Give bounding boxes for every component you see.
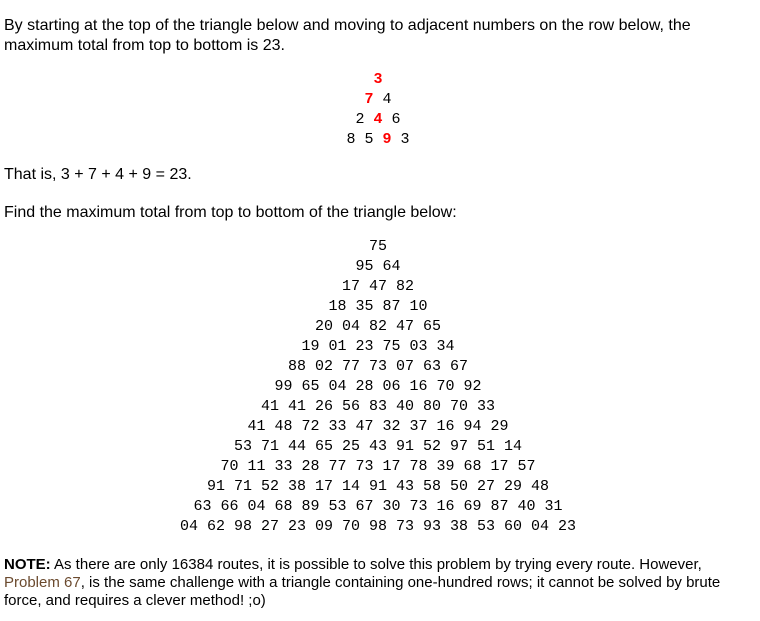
note-text-after: , is the same challenge with a triangle … — [4, 574, 721, 609]
example-number: 8 — [346, 131, 356, 148]
example-number: 5 — [364, 131, 374, 148]
triangle-row: 17 47 82 — [341, 278, 414, 295]
triangle-row: 91 71 52 38 17 14 91 43 58 50 27 29 48 — [206, 478, 550, 495]
triangle-row: 19 01 23 75 03 34 — [301, 338, 455, 355]
triangle-row: 18 35 87 10 — [328, 298, 428, 315]
example-sum: That is, 3 + 7 + 4 + 9 = 23. — [4, 166, 192, 183]
triangle-row: 41 48 72 33 47 32 37 16 94 29 — [247, 418, 509, 435]
triangle-row: 99 65 04 28 06 16 70 92 — [274, 378, 482, 395]
task-prompt: Find the maximum total from top to botto… — [4, 204, 457, 221]
triangle-row: 70 11 33 28 77 73 17 78 39 68 17 57 — [220, 458, 536, 475]
example-number: 3 — [400, 131, 410, 148]
triangle-row: 88 02 77 73 07 63 67 — [287, 358, 469, 375]
example-path-number: 9 — [382, 131, 392, 148]
example-triangle-row: 2 4 6 — [4, 110, 752, 130]
example-number: 6 — [391, 111, 401, 128]
note-paragraph: NOTE: As there are only 16384 routes, it… — [4, 556, 744, 610]
triangle-row: 63 66 04 68 89 53 67 30 73 16 69 87 40 3… — [193, 498, 563, 515]
example-path-number: 7 — [364, 91, 374, 108]
example-triangle-row: 8 5 9 3 — [4, 130, 752, 150]
triangle-row: 75 — [368, 238, 387, 255]
number-triangle: 75 95 64 17 47 82 18 35 87 10 20 04 82 47 65… — [4, 237, 752, 537]
example-path-number: 3 — [373, 71, 383, 88]
triangle-row: 20 04 82 47 65 — [314, 318, 442, 335]
example-triangle: 37 42 4 68 5 9 3 — [4, 70, 752, 150]
note-label: NOTE: — [4, 556, 51, 573]
example-triangle-row: 3 — [4, 70, 752, 90]
triangle-row: 41 41 26 56 83 40 80 70 33 — [260, 398, 496, 415]
problem-67-link[interactable]: Problem 67 — [4, 574, 81, 591]
triangle-row: 04 62 98 27 23 09 70 98 73 93 38 53 60 0… — [179, 518, 577, 535]
intro-paragraph: By starting at the top of the triangle b… — [4, 17, 691, 54]
example-number: 4 — [382, 91, 392, 108]
note-text-before: As there are only 16384 routes, it is po… — [50, 556, 702, 573]
triangle-row: 53 71 44 65 25 43 91 52 97 51 14 — [233, 438, 523, 455]
example-path-number: 4 — [373, 111, 383, 128]
example-number: 2 — [355, 111, 365, 128]
triangle-row: 95 64 — [355, 258, 401, 275]
example-triangle-row: 7 4 — [4, 90, 752, 110]
